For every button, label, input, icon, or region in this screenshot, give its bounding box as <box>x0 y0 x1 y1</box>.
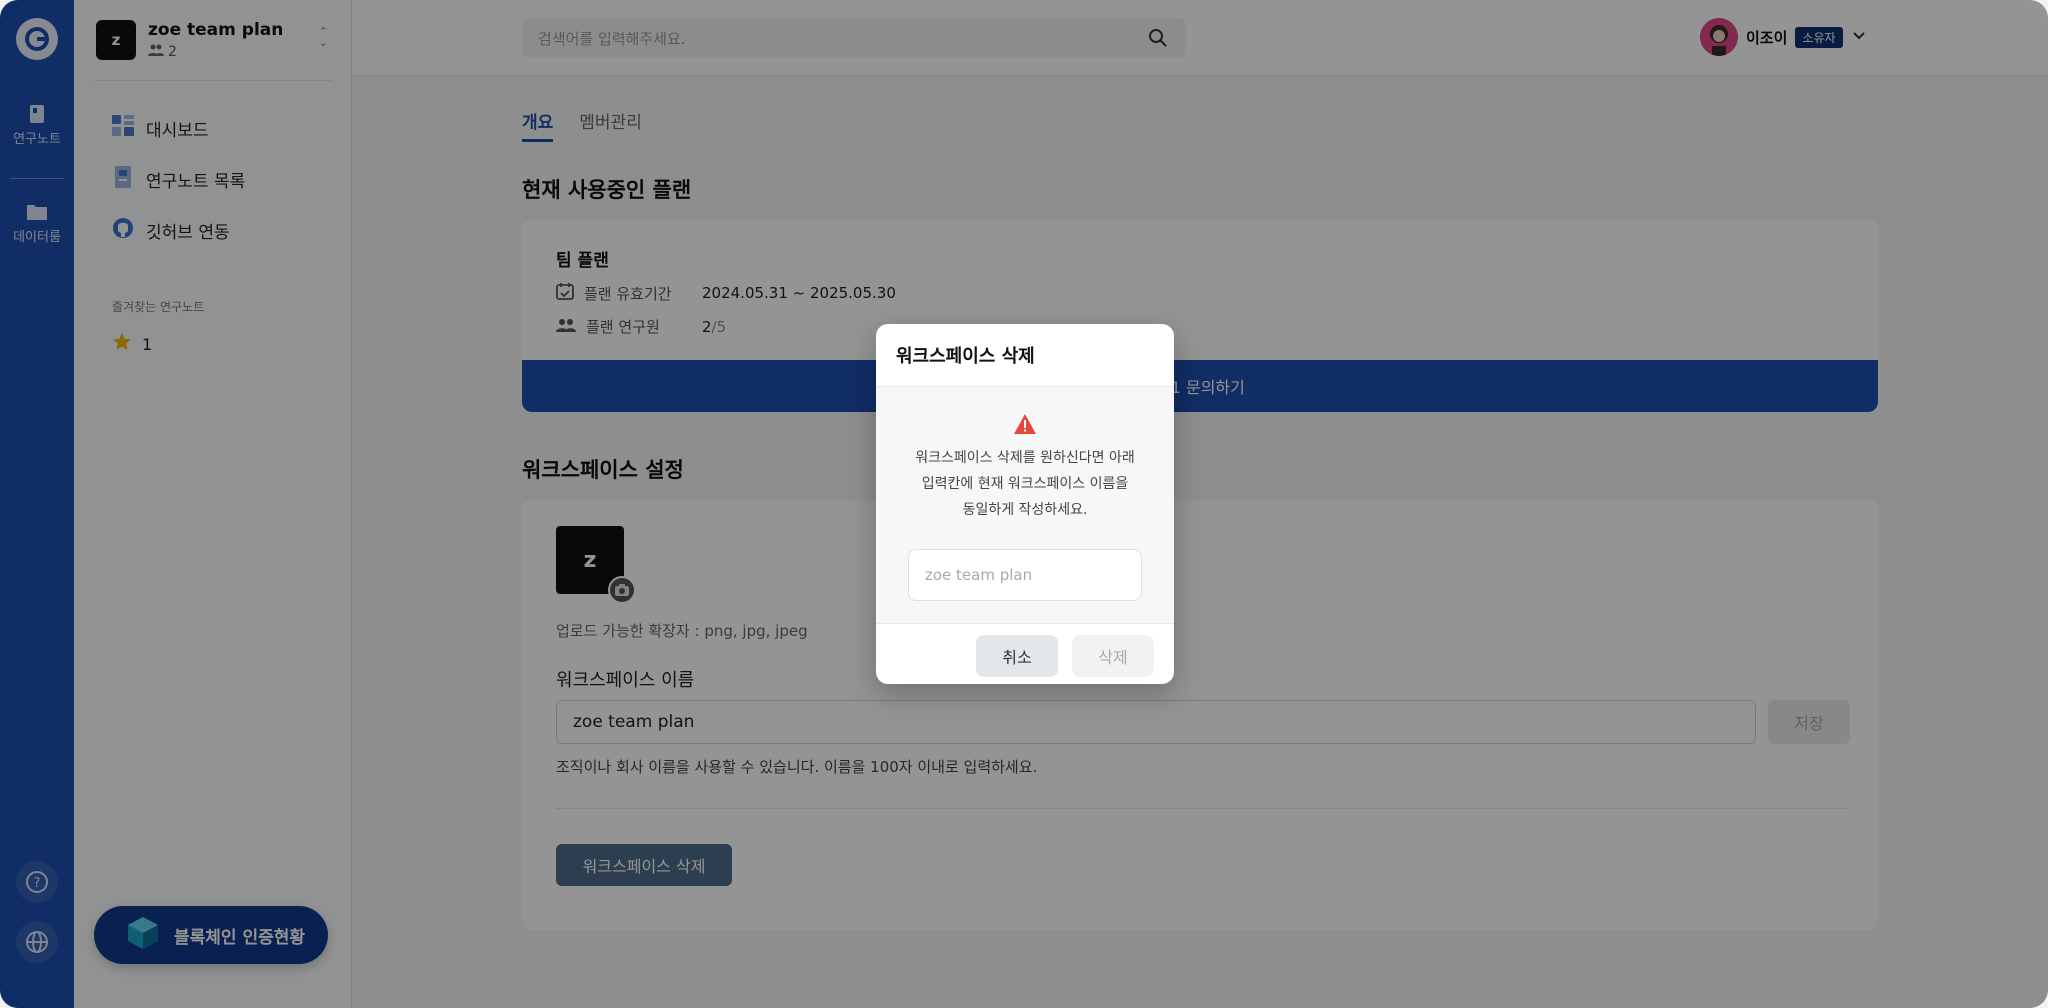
warning-icon <box>1013 413 1037 439</box>
delete-workspace-modal: 워크스페이스 삭제 워크스페이스 삭제를 원하신다면 아래 입력칸에 현재 워크… <box>876 324 1174 684</box>
confirm-name-input[interactable]: zoe team plan <box>908 549 1142 601</box>
cancel-button[interactable]: 취소 <box>976 635 1058 677</box>
modal-footer-divider <box>876 623 1174 624</box>
confirm-delete-button[interactable]: 삭제 <box>1072 635 1154 677</box>
modal-message: 워크스페이스 삭제를 원하신다면 아래 입력칸에 현재 워크스페이스 이름을 동… <box>890 445 1160 523</box>
modal-message-line2: 입력칸에 현재 워크스페이스 이름을 <box>921 476 1129 492</box>
app-window: 연구노트 데이터룸 ? z zoe team plan 2 ⌃ ⌄ 대시보드 연… <box>0 0 2048 1008</box>
modal-body: 워크스페이스 삭제를 원하신다면 아래 입력칸에 현재 워크스페이스 이름을 동… <box>876 387 1174 623</box>
confirm-name-placeholder: zoe team plan <box>925 566 1033 584</box>
modal-title: 워크스페이스 삭제 <box>896 346 1035 367</box>
modal-message-line3: 동일하게 작성하세요. <box>962 502 1088 518</box>
modal-message-line1: 워크스페이스 삭제를 원하신다면 아래 <box>915 450 1135 466</box>
